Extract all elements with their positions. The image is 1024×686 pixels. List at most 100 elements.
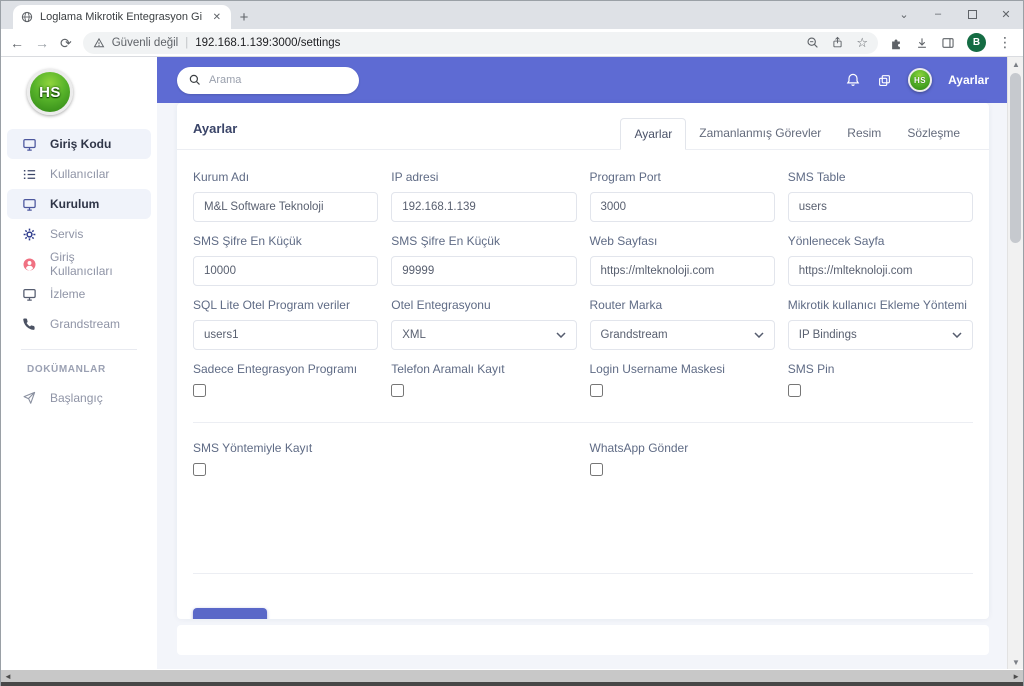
phone-icon <box>21 317 37 331</box>
checkbox-sadece-entegrasyon: Sadece Entegrasyon Programı <box>193 362 378 402</box>
checkbox-label: WhatsApp Gönder <box>590 441 775 455</box>
field-sms-sifre-max: SMS Şifre En Küçük <box>391 234 576 286</box>
sidebar-item-giris-kodu[interactable]: Giriş Kodu <box>7 129 151 159</box>
footer-card <box>177 625 989 655</box>
yonlenecek-sayfa-input[interactable] <box>788 256 973 286</box>
spacer <box>193 485 973 557</box>
sidebar-item-giris-kullanicilari[interactable]: Giriş Kullanıcıları <box>7 249 151 279</box>
apps-stack-icon[interactable] <box>877 73 892 88</box>
sidebar-item-kurulum[interactable]: Kurulum <box>7 189 151 219</box>
sidebar: HS Giriş Kodu Kullanıcılar Kurulum Serv <box>1 57 157 669</box>
sadece-entegrasyon-checkbox[interactable] <box>193 384 206 397</box>
sidebar-item-label: Servis <box>50 227 83 241</box>
sidebar-item-baslangic[interactable]: Başlangıç <box>7 383 151 413</box>
browser-tab[interactable]: Loglama Mikrotik Entegrasyon Gi ✕ <box>13 5 231 29</box>
download-icon[interactable] <box>915 36 929 50</box>
tab-close-icon[interactable]: ✕ <box>211 12 223 23</box>
browser-toolbar: ← → ⟳ Güvenli değil | 192.168.1.139:3000… <box>1 29 1023 57</box>
browser-menu-icon[interactable]: ⋮ <box>998 34 1012 51</box>
save-button[interactable]: Kaydet <box>193 608 267 619</box>
side-panel-icon[interactable] <box>941 36 955 50</box>
window-close-button[interactable]: ✕ <box>989 1 1023 27</box>
tab-resim[interactable]: Resim <box>834 118 894 149</box>
scroll-down-arrow[interactable]: ▼ <box>1008 655 1024 669</box>
sidebar-item-label: Giriş Kullanıcıları <box>50 250 137 278</box>
extensions-puzzle-icon[interactable] <box>889 36 903 50</box>
app-logo-text: HS <box>39 84 61 101</box>
settings-form: Kurum Adı IP adresi Program Port SMS Tab… <box>177 150 989 619</box>
chevron-down-icon <box>952 332 962 338</box>
program-port-input[interactable] <box>590 192 775 222</box>
field-otel-entegrasyonu: Otel Entegrasyonu XML <box>391 298 576 350</box>
bookmark-star-icon[interactable]: ☆ <box>856 35 868 51</box>
browser-window: { "colors": { "accent_indigo": "#5e6bd3"… <box>0 0 1024 686</box>
telefon-aramali-checkbox[interactable] <box>391 384 404 397</box>
window-controls: ⌄ – ✕ <box>887 1 1023 29</box>
sidebar-divider <box>21 349 137 350</box>
reload-button[interactable]: ⟳ <box>60 36 72 50</box>
app-logo[interactable]: HS <box>1 57 157 125</box>
form-divider <box>193 573 973 574</box>
sms-sifre-max-input[interactable] <box>391 256 576 286</box>
user-avatar[interactable]: HS <box>908 68 932 92</box>
window-chevron-icon[interactable]: ⌄ <box>887 1 921 27</box>
horizontal-scrollbar[interactable]: ◄ ► <box>1 670 1023 682</box>
sms-table-input[interactable] <box>788 192 973 222</box>
favicon-globe-icon <box>21 11 33 23</box>
sidebar-item-servis[interactable]: Servis <box>7 219 151 249</box>
sms-sifre-min-input[interactable] <box>193 256 378 286</box>
vertical-scrollbar-thumb[interactable] <box>1010 73 1021 243</box>
otel-entegrasyonu-select[interactable]: XML <box>391 320 576 350</box>
whatsapp-gonder-checkbox[interactable] <box>590 463 603 476</box>
sms-pin-checkbox[interactable] <box>788 384 801 397</box>
checkbox-sms-pin: SMS Pin <box>788 362 973 402</box>
address-bar[interactable]: Güvenli değil | 192.168.1.139:3000/setti… <box>83 32 878 54</box>
search-box[interactable] <box>177 67 359 94</box>
user-menu-label[interactable]: Ayarlar <box>948 73 989 87</box>
security-label[interactable]: Güvenli değil <box>112 37 178 49</box>
sidebar-item-label: Başlangıç <box>50 391 103 405</box>
forward-button[interactable]: → <box>35 36 49 50</box>
profile-avatar[interactable]: B <box>967 33 986 52</box>
web-sayfasi-input[interactable] <box>590 256 775 286</box>
search-input[interactable] <box>209 74 347 86</box>
vertical-scrollbar[interactable]: ▲ ▼ <box>1007 57 1023 669</box>
share-icon[interactable] <box>831 36 844 49</box>
zoom-icon[interactable] <box>806 36 819 49</box>
scroll-left-arrow[interactable]: ◄ <box>4 672 12 681</box>
field-label: Program Port <box>590 170 775 184</box>
form-divider <box>193 422 973 423</box>
tab-zamanlanmis-gorevler[interactable]: Zamanlanmış Görevler <box>686 118 834 149</box>
address-separator: | <box>185 37 188 49</box>
sqlite-otel-input[interactable] <box>193 320 378 350</box>
mikrotik-ekleme-select[interactable]: IP Bindings <box>788 320 973 350</box>
url-text[interactable]: 192.168.1.139:3000/settings <box>195 37 340 49</box>
kurum-adi-input[interactable] <box>193 192 378 222</box>
field-ip-adresi: IP adresi <box>391 170 576 222</box>
sidebar-item-izleme[interactable]: İzleme <box>7 279 151 309</box>
router-marka-select[interactable]: Grandstream <box>590 320 775 350</box>
checkbox-login-maskesi: Login Username Maskesi <box>590 362 775 402</box>
window-minimize-button[interactable]: – <box>921 1 955 27</box>
select-value: IP Bindings <box>799 329 857 341</box>
sidebar-nav: Giriş Kodu Kullanıcılar Kurulum Servis G <box>1 125 157 417</box>
new-tab-button[interactable]: + <box>231 5 257 29</box>
window-bottom-edge <box>1 682 1023 686</box>
button-row: Kaydet <box>193 592 973 619</box>
settings-card: Ayarlar Ayarlar Zamanlanmış Görevler Res… <box>177 103 989 619</box>
field-sms-table: SMS Table <box>788 170 973 222</box>
sidebar-item-kullanicilar[interactable]: Kullanıcılar <box>7 159 151 189</box>
ip-adresi-input[interactable] <box>391 192 576 222</box>
select-value: Grandstream <box>601 329 668 341</box>
scroll-up-arrow[interactable]: ▲ <box>1008 57 1024 71</box>
tab-sozlesme[interactable]: Sözleşme <box>894 118 973 149</box>
notifications-bell-icon[interactable] <box>845 72 861 88</box>
login-maskesi-checkbox[interactable] <box>590 384 603 397</box>
tab-ayarlar[interactable]: Ayarlar <box>620 118 686 150</box>
maximize-icon <box>968 10 977 19</box>
back-button[interactable]: ← <box>10 36 24 50</box>
sidebar-item-grandstream[interactable]: Grandstream <box>7 309 151 339</box>
scroll-right-arrow[interactable]: ► <box>1012 672 1020 681</box>
window-maximize-button[interactable] <box>955 1 989 27</box>
sms-yontemiyle-checkbox[interactable] <box>193 463 206 476</box>
